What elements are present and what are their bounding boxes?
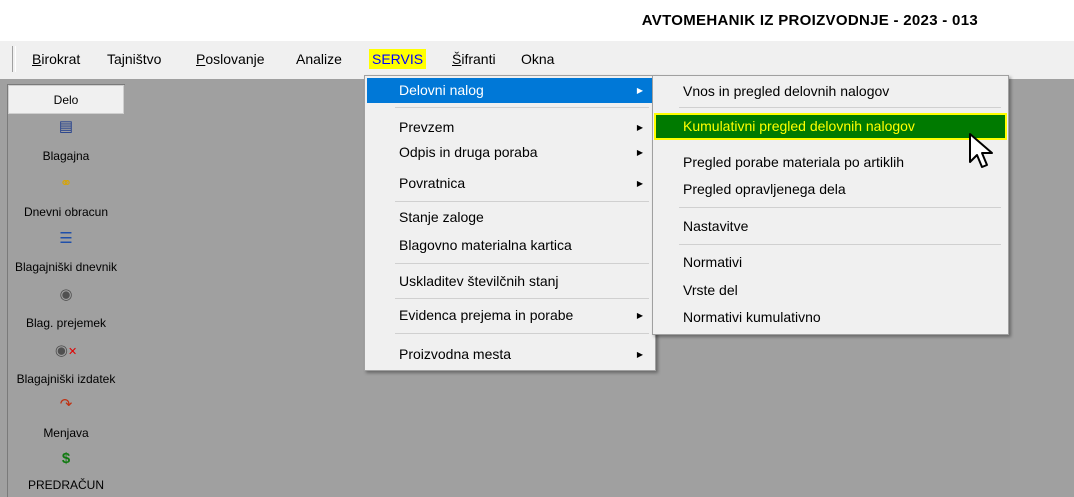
- submenu-item-pregled-opravljenega-dela[interactable]: Pregled opravljenega dela: [655, 177, 1006, 202]
- menu-item-label: Proizvodna mesta: [399, 346, 512, 362]
- delovni-nalog-submenu: Vnos in pregled delovnih nalogov Kumulat…: [652, 75, 1009, 335]
- menu-poslovanje[interactable]: Poslovanje: [193, 49, 268, 69]
- menu-analize[interactable]: Analize: [293, 49, 345, 69]
- menu-item-odpis[interactable]: Odpis in druga poraba ▶: [367, 140, 653, 165]
- menu-item-evidenca[interactable]: Evidenca prejema in porabe ▶: [367, 303, 653, 328]
- toolbar-header: Delo: [8, 85, 124, 114]
- menu-item-stanje-zaloge[interactable]: Stanje zaloge: [367, 205, 653, 230]
- menu-item-delovni-nalog[interactable]: Delovni nalog ▶: [367, 78, 653, 103]
- menu-item-label: Evidenca prejema in porabe: [399, 307, 574, 323]
- menu-bar-grip[interactable]: [12, 46, 16, 72]
- menu-separator: [395, 333, 649, 334]
- toolbar-item-blag-prejemek[interactable]: Blag. prejemek: [8, 314, 124, 332]
- menu-item-label: Prevzem: [399, 119, 455, 135]
- key-icon[interactable]: ⚭: [8, 174, 124, 194]
- submenu-arrow-icon: ▶: [636, 148, 643, 157]
- menu-separator: [395, 201, 649, 202]
- menu-item-prevzem[interactable]: Prevzem ▶: [367, 115, 653, 140]
- toolbar-item-menjava[interactable]: Menjava: [8, 424, 124, 442]
- submenu-item-kumulativni-pregled[interactable]: Kumulativni pregled delovnih nalogov: [654, 113, 1007, 140]
- menu-separator: [395, 107, 649, 108]
- menu-sifranti[interactable]: Šifranti: [449, 49, 499, 69]
- menu-servis[interactable]: SERVIS: [369, 49, 427, 69]
- title-bar: AVTOMEHANIK IZ PROIZVODNJE - 2023 - 013: [0, 0, 1074, 41]
- toolbar-item-dnevni-obracun[interactable]: Dnevni obracun: [8, 203, 124, 221]
- menu-separator: [679, 244, 1001, 245]
- menu-item-label: Odpis in druga poraba: [399, 144, 538, 160]
- submenu-item-nastavitve[interactable]: Nastavitve: [655, 214, 1006, 239]
- submenu-item-vnos-pregled[interactable]: Vnos in pregled delovnih nalogov: [655, 79, 1006, 104]
- menu-item-label: Blagovno materialna kartica: [399, 237, 572, 253]
- submenu-arrow-icon: ▶: [636, 86, 643, 95]
- menu-item-proizvodna-mesta[interactable]: Proizvodna mesta ▶: [367, 342, 653, 367]
- dollar-icon[interactable]: $: [8, 449, 124, 469]
- servis-dropdown-menu: Delovni nalog ▶ Prevzem ▶ Odpis in druga…: [364, 75, 656, 371]
- menu-item-blagovno-materialna-kartica[interactable]: Blagovno materialna kartica: [367, 233, 653, 258]
- menu-item-uskladitev[interactable]: Uskladitev številčnih stanj: [367, 269, 653, 294]
- ledger-icon[interactable]: ☰: [8, 229, 124, 249]
- submenu-arrow-icon: ▶: [636, 179, 643, 188]
- coin-receipt-icon[interactable]: ◉: [8, 285, 124, 305]
- coin-expense-icon[interactable]: ◉✕: [8, 341, 124, 362]
- menu-item-label: Stanje zaloge: [399, 209, 484, 225]
- app-title: AVTOMEHANIK IZ PROIZVODNJE - 2023 - 013: [641, 12, 978, 29]
- menu-birokrat[interactable]: Birokrat: [29, 49, 83, 69]
- cash-register-icon[interactable]: ▤: [8, 117, 124, 137]
- menu-item-povratnica[interactable]: Povratnica ▶: [367, 171, 653, 196]
- delo-toolbar: Delo ▤ Blagajna ⚭ Dnevni obracun ☰ Blaga…: [7, 84, 125, 497]
- toolbar-item-blagajna[interactable]: Blagajna: [8, 147, 124, 165]
- submenu-item-pregled-porabe[interactable]: Pregled porabe materiala po artiklih: [655, 150, 1006, 175]
- menu-item-label: Uskladitev številčnih stanj: [399, 273, 559, 289]
- submenu-arrow-icon: ▶: [636, 350, 643, 359]
- menu-item-label: Delovni nalog: [399, 82, 484, 98]
- menu-separator: [679, 107, 1001, 108]
- submenu-item-normativi[interactable]: Normativi: [655, 250, 1006, 275]
- menu-okna[interactable]: Okna: [518, 49, 557, 69]
- mouse-pointer-icon: [969, 133, 993, 168]
- menu-tajnistvo[interactable]: Tajništvo: [104, 49, 164, 69]
- submenu-item-normativi-kumulativno[interactable]: Normativi kumulativno: [655, 305, 1006, 330]
- submenu-arrow-icon: ▶: [636, 123, 643, 132]
- menu-separator: [679, 207, 1001, 208]
- menu-separator: [395, 298, 649, 299]
- exchange-icon[interactable]: ↷: [8, 395, 124, 415]
- toolbar-item-blagajniski-izdatek[interactable]: Blagajniški izdatek: [8, 370, 124, 388]
- submenu-arrow-icon: ▶: [636, 311, 643, 320]
- toolbar-item-predracun[interactable]: PREDRAČUN: [8, 476, 124, 494]
- submenu-item-vrste-del[interactable]: Vrste del: [655, 278, 1006, 303]
- menu-item-label: Povratnica: [399, 175, 466, 191]
- toolbar-item-blagajniski-dnevnik[interactable]: Blagajniški dnevnik: [8, 258, 124, 276]
- menu-separator: [395, 263, 649, 264]
